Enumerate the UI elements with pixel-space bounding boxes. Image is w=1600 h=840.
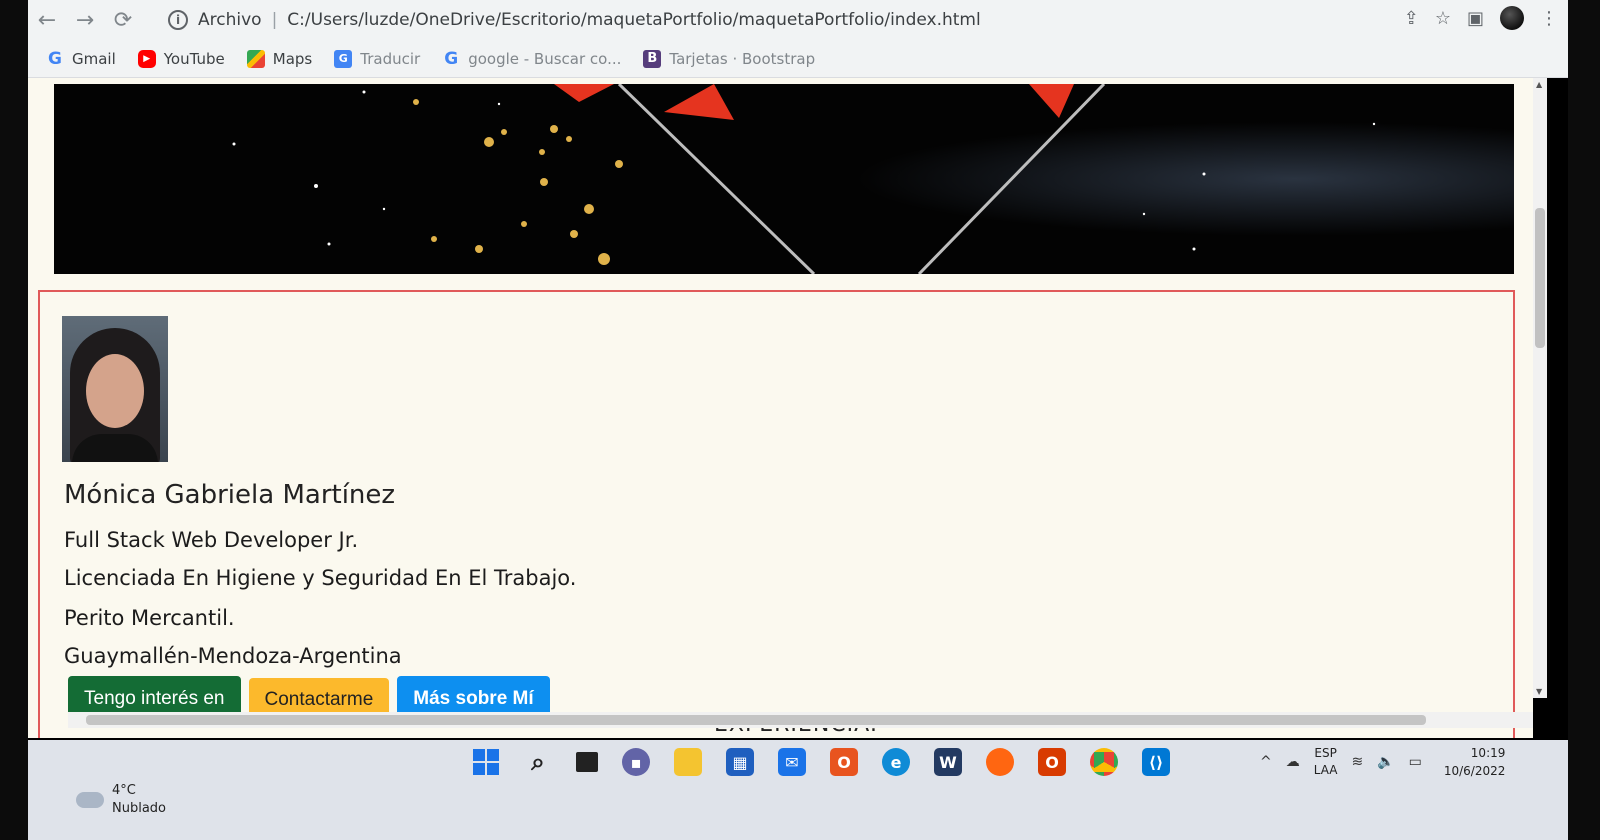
- office-app-icon[interactable]: O: [1038, 748, 1066, 776]
- hero-banner-image: [54, 84, 1514, 274]
- clock-time: 10:19: [1470, 746, 1506, 760]
- clock-date: 10/6/2022: [1443, 764, 1506, 778]
- wifi-icon[interactable]: ≋: [1351, 754, 1363, 770]
- share-icon[interactable]: ⇪: [1404, 8, 1419, 29]
- profile-location: Guaymallén-Mendoza-Argentina: [64, 644, 402, 668]
- bookmark-label: Traducir: [360, 49, 421, 68]
- bootstrap-icon: B: [643, 49, 662, 68]
- weather-widget[interactable]: 4°C Nublado: [76, 782, 166, 818]
- menu-kebab-icon[interactable]: ⋮: [1540, 8, 1558, 29]
- vertical-scrollbar[interactable]: ▲ ▼: [1533, 78, 1547, 698]
- horizontal-scrollbar[interactable]: [68, 712, 1533, 728]
- teams-chat-icon[interactable]: ▪: [622, 748, 650, 776]
- edge-browser-icon[interactable]: e: [882, 748, 910, 776]
- address-separator: |: [271, 10, 278, 30]
- clock[interactable]: 10:19 10/6/2022: [1444, 744, 1506, 780]
- bookmark-gmail[interactable]: G Gmail: [46, 48, 116, 69]
- bookmark-star-icon[interactable]: ☆: [1435, 8, 1451, 29]
- weather-description: Nublado: [112, 801, 166, 816]
- cloud-icon: [76, 792, 104, 808]
- firefox-icon[interactable]: [986, 748, 1014, 776]
- google-icon: G: [444, 48, 459, 69]
- file-explorer-icon[interactable]: [674, 748, 702, 776]
- bookmark-maps[interactable]: Maps: [246, 49, 313, 68]
- address-info-label: Archivo: [198, 10, 262, 30]
- bookmarks-bar: G Gmail ▶ YouTube Maps G Traducir G goog…: [28, 40, 1568, 78]
- profile-degree: Licenciada En Higiene y Seguridad En El …: [64, 566, 577, 590]
- language-indicator[interactable]: ESP LAA: [1314, 745, 1338, 779]
- bookmark-bootstrap-cards[interactable]: B Tarjetas · Bootstrap: [643, 49, 816, 68]
- taskbar-apps: ⌕ ▪ ▦ ✉ O e W O ⟨⟩: [472, 748, 1170, 776]
- chrome-icon[interactable]: [1090, 748, 1118, 776]
- profile-photo: [62, 316, 168, 462]
- profile-avatar[interactable]: [1500, 6, 1524, 30]
- bookmark-label: Gmail: [72, 49, 116, 68]
- horizontal-scroll-thumb[interactable]: [86, 715, 1426, 725]
- gimp-icon[interactable]: W: [934, 748, 962, 776]
- search-icon[interactable]: ⌕: [524, 748, 552, 776]
- translate-icon: G: [334, 49, 353, 68]
- screen: ← → ⟳ i Archivo | C:/Users/luzde/OneDriv…: [28, 0, 1568, 840]
- bookmark-youtube[interactable]: ▶ YouTube: [137, 49, 225, 68]
- vscode-icon[interactable]: ⟨⟩: [1142, 748, 1170, 776]
- back-icon[interactable]: ←: [28, 3, 66, 37]
- space-banner-graphic: [54, 84, 1514, 274]
- scroll-up-icon[interactable]: ▲: [1536, 80, 1542, 89]
- chevron-up-icon[interactable]: ^: [1260, 754, 1272, 770]
- office-icon[interactable]: O: [830, 748, 858, 776]
- maps-icon: [246, 49, 265, 68]
- youtube-icon: ▶: [137, 49, 156, 68]
- address-bar[interactable]: i Archivo | C:/Users/luzde/OneDrive/Escr…: [168, 4, 1403, 36]
- profile-perito: Perito Mercantil.: [64, 606, 235, 630]
- language-code: ESP: [1314, 746, 1337, 760]
- photo-face: [86, 354, 144, 428]
- vertical-scroll-thumb[interactable]: [1535, 208, 1545, 348]
- forward-icon[interactable]: →: [66, 3, 104, 37]
- windows-start-icon[interactable]: [472, 748, 500, 776]
- page-viewport: Mónica Gabriela Martínez Full Stack Web …: [28, 78, 1533, 738]
- side-panel-icon[interactable]: ▣: [1467, 8, 1484, 29]
- bookmark-label: Maps: [272, 49, 313, 68]
- address-url[interactable]: C:/Users/luzde/OneDrive/Escritorio/maque…: [287, 10, 980, 30]
- battery-icon[interactable]: ▭: [1409, 754, 1422, 770]
- bookmark-label: YouTube: [163, 49, 225, 68]
- keyboard-layout: LAA: [1313, 763, 1338, 777]
- bookmark-label: google - Buscar co...: [468, 49, 622, 68]
- browser-toolbar: ← → ⟳ i Archivo | C:/Users/luzde/OneDriv…: [28, 0, 1568, 40]
- bookmark-traducir[interactable]: G Traducir: [334, 49, 421, 68]
- toolbar-actions: ⇪ ☆ ▣ ⋮: [1404, 6, 1558, 30]
- weather-temperature: 4°C: [112, 783, 136, 798]
- scroll-down-icon[interactable]: ▼: [1536, 687, 1542, 696]
- profile-role: Full Stack Web Developer Jr.: [64, 528, 359, 552]
- microsoft-store-icon[interactable]: ▦: [726, 748, 754, 776]
- system-tray: ^ ☁ ESP LAA ≋ 🔈 ▭ 10:19 10/6/2022: [1260, 744, 1505, 780]
- windows-taskbar: 4°C Nublado ⌕ ▪ ▦ ✉ O e W O ⟨⟩ ^ ☁ ESP L…: [28, 740, 1568, 840]
- mail-icon[interactable]: ✉: [778, 748, 806, 776]
- reload-icon[interactable]: ⟳: [104, 3, 142, 37]
- bookmark-label: Tarjetas · Bootstrap: [669, 49, 816, 68]
- google-icon: G: [48, 48, 62, 69]
- onedrive-cloud-icon[interactable]: ☁: [1286, 754, 1300, 770]
- info-icon[interactable]: i: [168, 10, 188, 30]
- volume-icon[interactable]: 🔈: [1377, 754, 1394, 770]
- task-view-icon[interactable]: [576, 752, 598, 772]
- bookmark-google-search[interactable]: G google - Buscar co...: [442, 48, 622, 69]
- profile-name: Mónica Gabriela Martínez: [64, 480, 396, 510]
- profile-card: Mónica Gabriela Martínez Full Stack Web …: [38, 290, 1515, 738]
